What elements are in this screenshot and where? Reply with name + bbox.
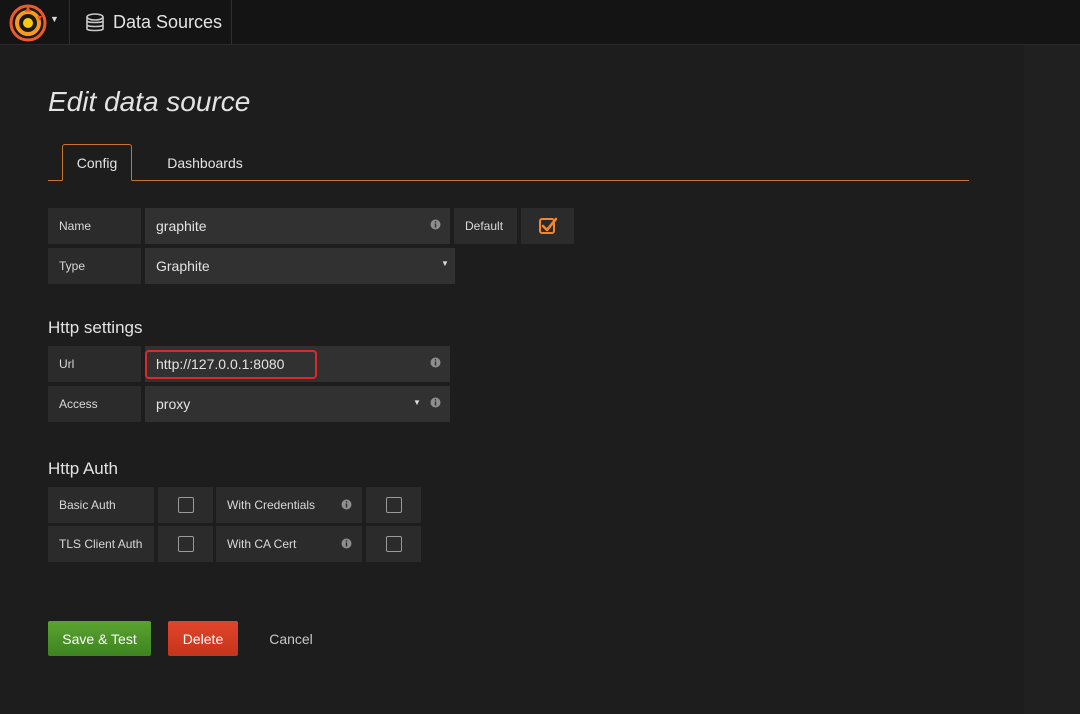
grafana-menu-button[interactable]: ▼ [0, 0, 70, 45]
top-navbar: ▼ Data Sources [0, 0, 1080, 45]
checkbox-icon [177, 536, 194, 552]
page-edge-shade [1024, 45, 1080, 714]
chevron-down-icon: ▼ [50, 14, 59, 24]
with-credentials-checkbox[interactable] [366, 487, 421, 523]
checkbox-icon [177, 497, 194, 513]
url-highlight-box [145, 350, 317, 379]
type-value: Graphite [156, 258, 210, 274]
database-icon [86, 12, 104, 31]
info-icon[interactable] [341, 499, 352, 510]
name-label: Name [48, 208, 141, 244]
checkbox-checked-icon [538, 217, 557, 234]
chevron-down-icon: ▼ [441, 259, 449, 268]
type-select[interactable]: Graphite ▼ [145, 248, 455, 284]
with-ca-cert-label: With CA Cert [216, 526, 362, 562]
tab-dashboards[interactable]: Dashboards [150, 144, 260, 181]
with-ca-cert-checkbox[interactable] [366, 526, 421, 562]
basic-auth-label: Basic Auth [48, 487, 154, 523]
name-value: graphite [156, 218, 207, 234]
breadcrumb-label: Data Sources [113, 12, 223, 32]
info-icon[interactable] [430, 357, 441, 368]
delete-button[interactable]: Delete [168, 621, 238, 656]
cancel-button[interactable]: Cancel [258, 621, 324, 656]
info-icon[interactable] [341, 538, 352, 549]
breadcrumb[interactable]: Data Sources [71, 0, 232, 45]
page-title: Edit data source [48, 86, 251, 117]
chevron-down-icon: ▼ [413, 398, 421, 407]
with-ca-cert-text: With CA Cert [227, 537, 297, 551]
url-label: Url [48, 346, 141, 382]
tls-client-auth-checkbox[interactable] [158, 526, 213, 562]
access-value: proxy [156, 396, 191, 412]
tls-client-auth-label: TLS Client Auth [48, 526, 154, 562]
grafana-logo-icon [9, 4, 47, 42]
save-and-test-button[interactable]: Save & Test [48, 621, 151, 656]
http-settings-heading: Http settings [48, 318, 143, 337]
default-label: Default [454, 208, 517, 244]
name-input[interactable]: graphite [145, 208, 450, 244]
access-select[interactable]: proxy ▼ [145, 386, 450, 422]
access-label: Access [48, 386, 141, 422]
checkbox-icon [385, 497, 402, 513]
http-auth-heading: Http Auth [48, 459, 118, 478]
checkbox-icon [385, 536, 402, 552]
default-checkbox[interactable] [521, 208, 574, 244]
with-credentials-text: With Credentials [227, 498, 316, 512]
tab-config[interactable]: Config [62, 144, 132, 181]
info-icon[interactable] [430, 397, 441, 408]
info-icon[interactable] [430, 219, 441, 230]
type-label: Type [48, 248, 141, 284]
basic-auth-checkbox[interactable] [158, 487, 213, 523]
with-credentials-label: With Credentials [216, 487, 362, 523]
